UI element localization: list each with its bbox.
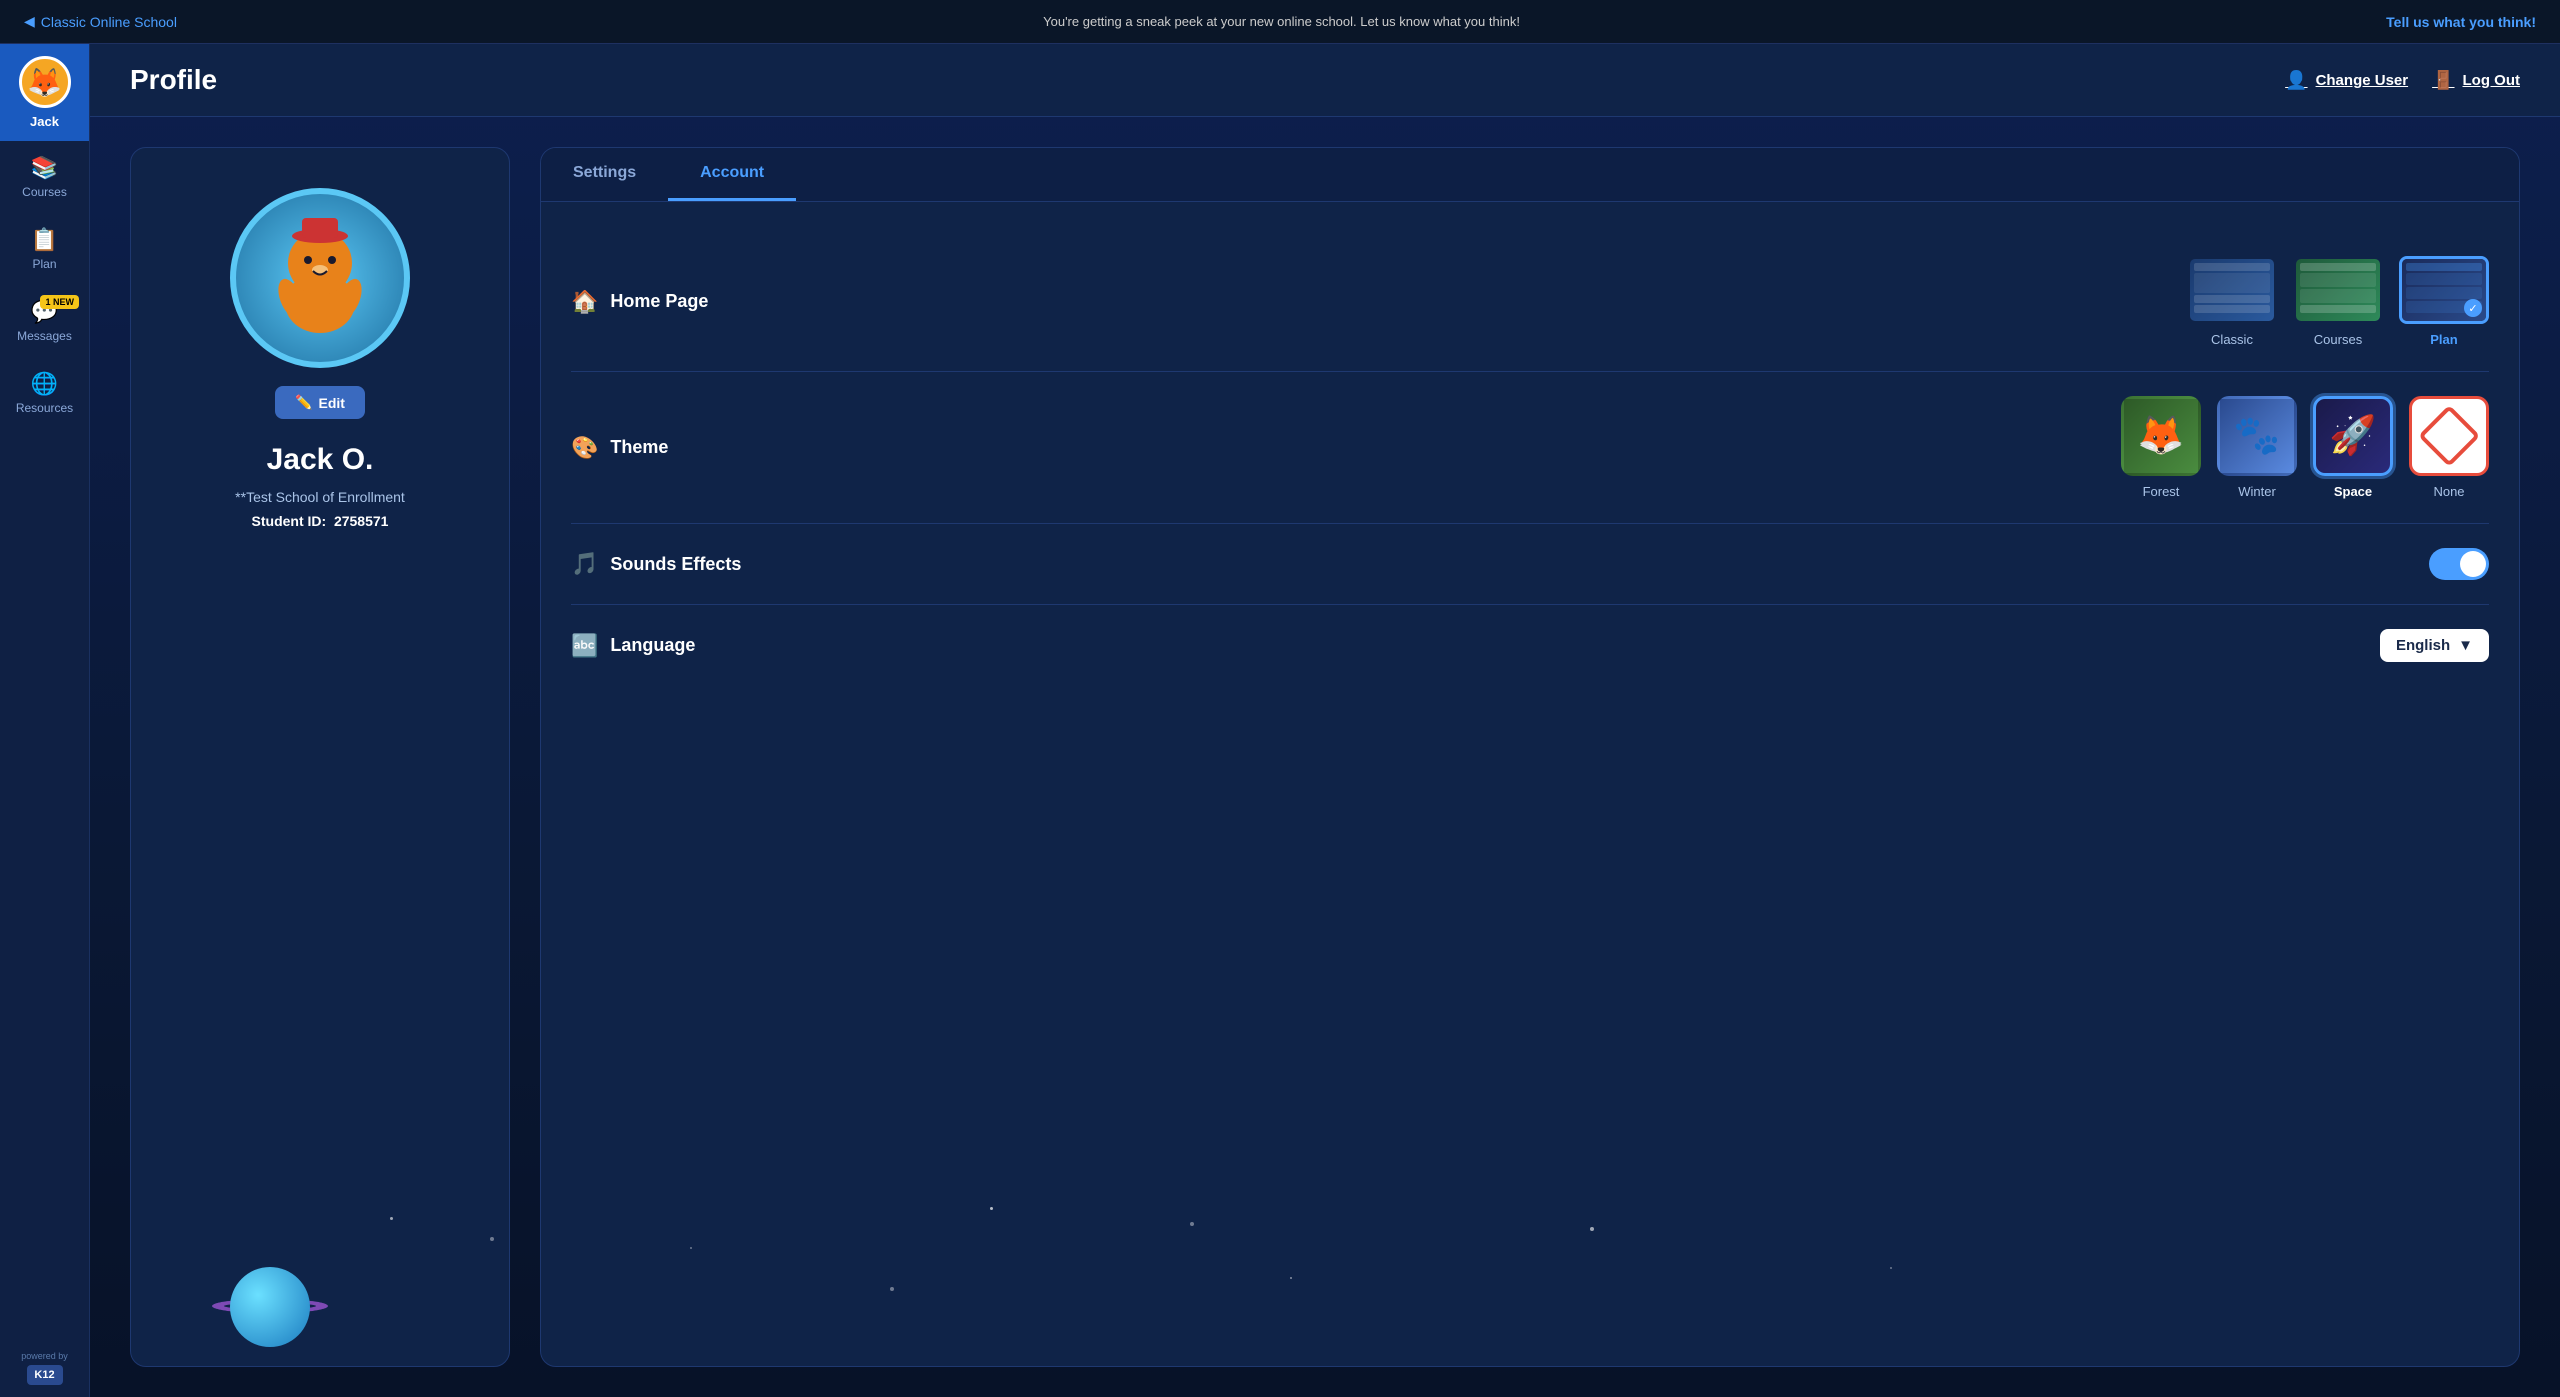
language-value: English [2396,637,2450,654]
tabs: Settings Account [541,148,2519,202]
top-banner: ◀ Classic Online School You're getting a… [0,0,2560,44]
sidebar-user[interactable]: 🦊 Jack [0,44,89,141]
none-indicator [2418,405,2481,468]
logout-button[interactable]: 🚪 Log Out [2432,70,2520,91]
sound-effects-label: 🎵 Sounds Effects [571,551,741,577]
edit-icon: ✏️ [295,394,312,411]
powered-by-label: powered by [21,1351,68,1361]
theme-setting: 🎨 Theme 🦊 Forest [571,372,2489,524]
sidebar-bottom: powered by K12 [9,1339,80,1397]
home-thumb-plan: ✓ [2399,256,2489,324]
avatar: 🦊 [19,56,71,108]
feedback-link[interactable]: Tell us what you think! [2386,14,2536,30]
sound-effects-toggle[interactable] [2429,548,2489,580]
home-page-setting: 🏠 Home Page [571,232,2489,372]
app-layout: 🦊 Jack 📚 Courses 📋 Plan 💬 Messages 1 NEW… [0,44,2560,1397]
language-dropdown[interactable]: English ▼ [2380,629,2489,662]
theme-options: 🦊 Forest 🐾 Winter [2121,396,2489,499]
profile-card: ✏️ Edit Jack O. **Test School of Enrollm… [130,147,510,1367]
courses-icon: 📚 [31,155,58,181]
theme-option-space[interactable]: 🚀 Space [2313,396,2393,499]
page-header: Profile 👤 Change User 🚪 Log Out [90,44,2560,117]
page-title: Profile [130,64,217,96]
k12-logo: K12 [27,1365,63,1385]
theme-forest-label: Forest [2143,484,2180,499]
back-label: Classic Online School [41,14,177,30]
theme-space-label: Space [2334,484,2372,499]
home-plan-label: Plan [2430,332,2457,347]
tab-settings[interactable]: Settings [541,148,668,201]
theme-thumb-space: 🚀 [2313,396,2393,476]
plan-selected-check: ✓ [2464,299,2482,317]
logout-label: Log Out [2463,72,2520,89]
theme-option-none[interactable]: None [2409,396,2489,499]
language-setting: 🔤 Language English ▼ [571,605,2489,686]
main-content: Profile 👤 Change User 🚪 Log Out [90,44,2560,1397]
home-icon: 🏠 [571,289,598,315]
theme-thumb-forest: 🦊 [2121,396,2201,476]
home-page-label: 🏠 Home Page [571,289,708,315]
sidebar-courses-label: Courses [22,185,67,199]
home-thumb-courses [2293,256,2383,324]
profile-avatar [230,188,410,368]
sidebar-item-messages[interactable]: 💬 Messages 1 NEW [0,285,89,357]
sidebar-resources-label: Resources [16,401,73,415]
settings-content: 🏠 Home Page [541,202,2519,716]
sound-effects-setting: 🎵 Sounds Effects [571,524,2489,605]
plan-icon: 📋 [31,227,58,253]
profile-student-id: Student ID: 2758571 [252,513,389,529]
home-classic-label: Classic [2211,332,2253,347]
home-courses-label: Courses [2314,332,2362,347]
home-page-options: Classic [2187,256,2489,347]
banner-message: You're getting a sneak peek at your new … [1043,14,1520,29]
theme-option-winter[interactable]: 🐾 Winter [2217,396,2297,499]
change-user-label: Change User [2316,72,2409,89]
home-thumb-classic [2187,256,2277,324]
messages-badge: 1 NEW [40,295,79,309]
resources-icon: 🌐 [31,371,58,397]
change-user-button[interactable]: 👤 Change User [2285,70,2408,91]
sidebar-item-plan[interactable]: 📋 Plan [0,213,89,285]
profile-name: Jack O. [267,443,374,477]
sidebar-messages-label: Messages [17,329,72,343]
back-arrow-icon: ◀ [24,13,35,30]
theme-icon: 🎨 [571,435,598,461]
music-icon: 🎵 [571,551,598,577]
language-label: 🔤 Language [571,633,695,659]
back-to-classic-link[interactable]: ◀ Classic Online School [24,13,177,30]
home-option-plan[interactable]: ✓ Plan [2399,256,2489,347]
theme-label: 🎨 Theme [571,435,668,461]
character-illustration [250,208,390,348]
home-option-classic[interactable]: Classic [2187,256,2277,347]
edit-profile-button[interactable]: ✏️ Edit [275,386,365,419]
theme-thumb-none [2409,396,2489,476]
edit-label: Edit [318,395,344,411]
home-option-courses[interactable]: Courses [2293,256,2383,347]
toggle-knob [2460,551,2486,577]
theme-none-label: None [2433,484,2464,499]
student-id-value: 2758571 [334,513,389,529]
header-actions: 👤 Change User 🚪 Log Out [2285,70,2520,91]
sidebar: 🦊 Jack 📚 Courses 📋 Plan 💬 Messages 1 NEW… [0,44,90,1397]
change-user-icon: 👤 [2285,70,2307,91]
sidebar-item-resources[interactable]: 🌐 Resources [0,357,89,429]
settings-panel: Settings Account 🏠 Home Page [540,147,2520,1367]
theme-winter-label: Winter [2238,484,2276,499]
language-icon: 🔤 [571,633,598,659]
theme-thumb-winter: 🐾 [2217,396,2297,476]
dropdown-arrow-icon: ▼ [2458,637,2473,654]
sidebar-username: Jack [30,114,59,129]
profile-area: ✏️ Edit Jack O. **Test School of Enrollm… [90,117,2560,1397]
theme-option-forest[interactable]: 🦊 Forest [2121,396,2201,499]
profile-school: **Test School of Enrollment [235,489,405,505]
sidebar-item-courses[interactable]: 📚 Courses [0,141,89,213]
tab-account[interactable]: Account [668,148,796,201]
logout-icon: 🚪 [2432,70,2454,91]
sidebar-plan-label: Plan [32,257,56,271]
